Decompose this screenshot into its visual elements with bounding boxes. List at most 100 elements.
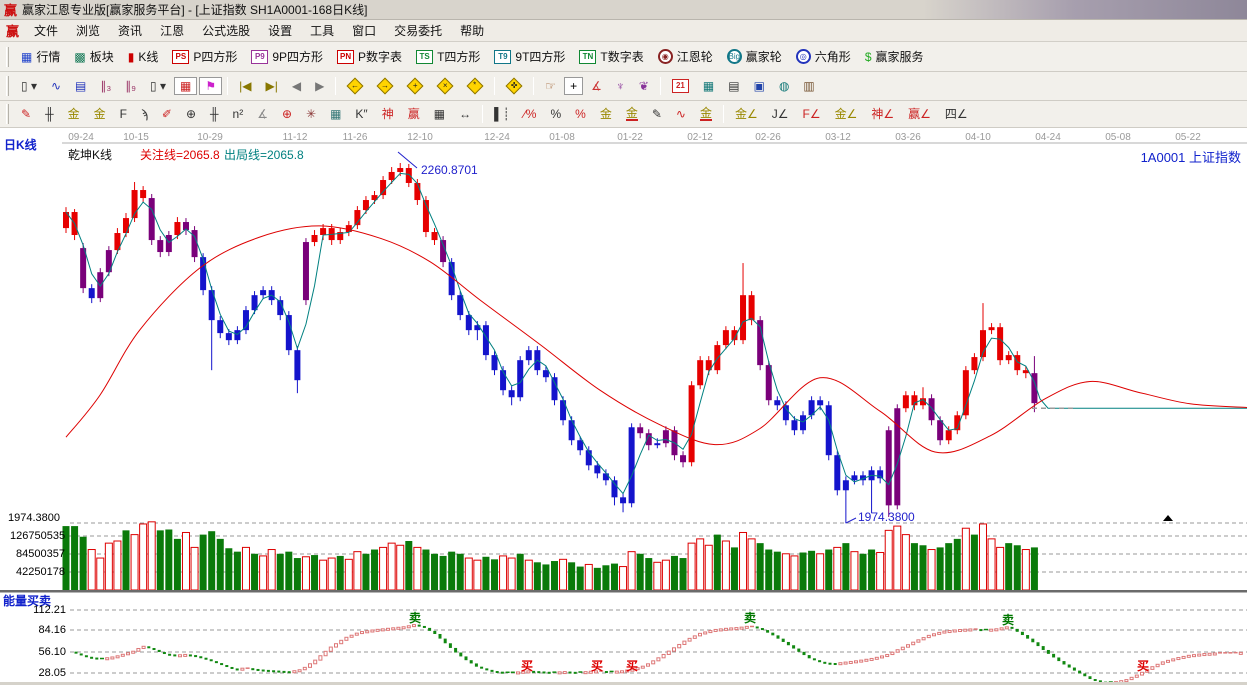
wave-band-tool[interactable]: ∿ bbox=[670, 105, 692, 123]
diamond-star-button[interactable]: * bbox=[461, 77, 489, 95]
percent-line-tool-icon: ∕% bbox=[523, 107, 537, 121]
n2-grid-tool[interactable]: n² bbox=[227, 105, 250, 123]
print-button[interactable]: ▥ bbox=[797, 77, 820, 95]
candle-style-dropdown[interactable]: ▯ ▾ bbox=[144, 77, 172, 95]
menu-item-7[interactable]: 窗口 bbox=[343, 20, 385, 41]
ying-angle-tool[interactable]: 赢∠ bbox=[902, 105, 937, 123]
star-grid-tool[interactable]: ✳ bbox=[300, 105, 322, 123]
ruler-123-tool[interactable]: ▦ bbox=[428, 105, 451, 123]
nav-next-button[interactable]: ▶ bbox=[309, 77, 330, 95]
ruler-grid-tool[interactable]: ╫ bbox=[39, 105, 60, 123]
menu-item-9[interactable]: 帮助 bbox=[451, 20, 493, 41]
t-number-table-button[interactable]: TN T数字表 bbox=[573, 45, 649, 68]
info-f10-button-icon: ▤ bbox=[75, 79, 87, 93]
toolbar-grip[interactable] bbox=[6, 104, 9, 124]
sector-button[interactable]: ▩ 板块 bbox=[68, 45, 119, 68]
menu-item-3[interactable]: 江恩 bbox=[151, 20, 193, 41]
gold-circle-tool[interactable]: 金 bbox=[594, 105, 618, 123]
gold-line-tool[interactable]: 金 bbox=[620, 104, 644, 124]
menu-item-4[interactable]: 公式选股 bbox=[193, 20, 259, 41]
chart-canvas[interactable]: 09-24 10-15 10-29 11-12 11-26 12-10 12-24 01-08… bbox=[0, 128, 1247, 685]
ninet-square-button[interactable]: T9 9T四方形 bbox=[488, 45, 571, 68]
bars-3-button[interactable]: ∥₃ bbox=[94, 77, 117, 95]
hexagon-button[interactable]: ◎ 六角形 bbox=[790, 45, 857, 68]
calculator-button[interactable]: ▦ bbox=[697, 77, 720, 95]
circle-grid-tool[interactable]: ⊕ bbox=[180, 105, 202, 123]
winner-service-button[interactable]: $ 赢家服务 bbox=[859, 45, 930, 68]
f-angle-tool[interactable]: F∠ bbox=[797, 105, 827, 123]
percent-red-tool[interactable]: % bbox=[569, 105, 592, 123]
diamond-left-button[interactable]: ← bbox=[341, 77, 369, 95]
export-web-button-icon: ◍ bbox=[778, 79, 790, 93]
diamond-x-button[interactable]: × bbox=[431, 77, 459, 95]
si-angle-tool[interactable]: 四∠ bbox=[939, 105, 974, 123]
toolbar-separator bbox=[659, 77, 661, 95]
menu-item-2[interactable]: 资讯 bbox=[109, 20, 151, 41]
p-number-table-button[interactable]: PN P数字表 bbox=[331, 45, 408, 68]
gold-underline-tool[interactable]: 金 bbox=[694, 104, 718, 124]
menu-item-8[interactable]: 交易委托 bbox=[385, 20, 451, 41]
f-grid-tool[interactable]: F bbox=[114, 105, 133, 123]
pane-label-daily-kline: 日K线 bbox=[4, 138, 37, 152]
shen-angle-tool[interactable]: 神∠ bbox=[865, 105, 900, 123]
gann-tool-button[interactable]: ♆ bbox=[610, 77, 631, 95]
shen-grid-tool[interactable]: 神 bbox=[376, 105, 400, 123]
trend-angle-button[interactable]: ∡ bbox=[585, 77, 608, 95]
diamond-move-button[interactable]: ✜ bbox=[500, 77, 528, 95]
pattern-tool-button[interactable]: ❦ bbox=[633, 77, 655, 95]
qiankun-pattern-button[interactable]: ▦ bbox=[174, 77, 198, 95]
volume-flag-button[interactable]: ⚑ bbox=[199, 77, 223, 95]
ying-grid-tool[interactable]: 赢 bbox=[402, 105, 426, 123]
hash-grid-tool[interactable]: ╫ bbox=[204, 105, 225, 123]
gold-grid-tool-1[interactable]: 金 bbox=[62, 105, 86, 123]
crosshair-tool-button[interactable]: + bbox=[564, 77, 584, 95]
gold-angle-tool[interactable]: 金∠ bbox=[729, 105, 764, 123]
save-button-icon: ▣ bbox=[753, 79, 765, 93]
toolbar-edit: ▯ ▾ ∿ ▤ ∥₃ ∥₉ ▯ ▾ ▦ ⚑ |◀ ▶| ◀ ▶ ← → + × * ✜ ☞ + ∡ ♆ ❦ 21 ▦ ▤ ▣ ◍ ▥ bbox=[0, 72, 1247, 101]
gann-wheel-button[interactable]: ◉ 江恩轮 bbox=[652, 45, 719, 68]
nav-first-button[interactable]: |◀ bbox=[233, 77, 257, 95]
export-web-button[interactable]: ◍ bbox=[773, 77, 795, 95]
percent-tool[interactable]: % bbox=[544, 105, 567, 123]
gold2-angle-tool[interactable]: 金∠ bbox=[829, 105, 864, 123]
save-button[interactable]: ▣ bbox=[748, 77, 771, 95]
calendar-button[interactable]: 21 bbox=[666, 76, 695, 96]
toolbar-grip[interactable] bbox=[6, 76, 9, 96]
menu-item-5[interactable]: 设置 bbox=[259, 20, 301, 41]
price-scale-tool[interactable]: ▌┊ bbox=[488, 105, 516, 123]
kline-period-dropdown[interactable]: ▯ ▾ bbox=[15, 77, 43, 95]
angle-fan-tool[interactable]: ∡ bbox=[251, 105, 274, 123]
quote-button[interactable]: ▦ 行情 bbox=[15, 45, 66, 68]
percent-line-tool[interactable]: ∕% bbox=[518, 105, 543, 123]
gold-grid-tool-2[interactable]: 金 bbox=[88, 105, 112, 123]
p-square-button[interactable]: PS P四方形 bbox=[166, 45, 243, 68]
nav-prev-button[interactable]: ◀ bbox=[286, 77, 307, 95]
span-arrows-tool[interactable]: ↔ bbox=[453, 105, 477, 123]
ruler-123-tool-icon: ▦ bbox=[433, 107, 446, 121]
memo-button[interactable]: ▤ bbox=[722, 77, 745, 95]
bars-9-button[interactable]: ∥₉ bbox=[119, 77, 142, 95]
t-number-table-button-icon: TN bbox=[579, 49, 597, 64]
square-grid-tool[interactable]: ▦ bbox=[324, 105, 347, 123]
winner-wheel-button[interactable]: Big 赢家轮 bbox=[721, 45, 788, 68]
ninep-square-button[interactable]: P9 9P四方形 bbox=[245, 45, 329, 68]
j-angle-tool[interactable]: J∠ bbox=[766, 105, 795, 123]
hand-tool-button[interactable]: ☞ bbox=[539, 77, 562, 95]
circle-cross-tool[interactable]: ⊕ bbox=[276, 105, 298, 123]
pattern-view-button[interactable]: ∿ bbox=[45, 77, 67, 95]
kline-button[interactable]: ▮ K线 bbox=[122, 45, 165, 68]
pen-line-tool[interactable]: ✎ bbox=[646, 105, 668, 123]
k-quote-tool[interactable]: K″ bbox=[349, 105, 373, 123]
pencil-tool[interactable]: ✎ bbox=[15, 105, 37, 123]
draw-marker-tool[interactable]: ✐ bbox=[156, 105, 178, 123]
menu-item-6[interactable]: 工具 bbox=[301, 20, 343, 41]
spiral-tool[interactable]: ϡ bbox=[135, 105, 154, 123]
diamond-plus-button[interactable]: + bbox=[401, 77, 429, 95]
nav-last-button[interactable]: ▶| bbox=[259, 77, 283, 95]
menu-item-1[interactable]: 浏览 bbox=[67, 20, 109, 41]
t-square-button[interactable]: TS T四方形 bbox=[410, 45, 486, 68]
menu-item-0[interactable]: 文件 bbox=[25, 20, 67, 41]
info-f10-button[interactable]: ▤ bbox=[69, 77, 92, 95]
toolbar-grip[interactable] bbox=[6, 46, 9, 67]
diamond-right-button[interactable]: → bbox=[371, 77, 399, 95]
